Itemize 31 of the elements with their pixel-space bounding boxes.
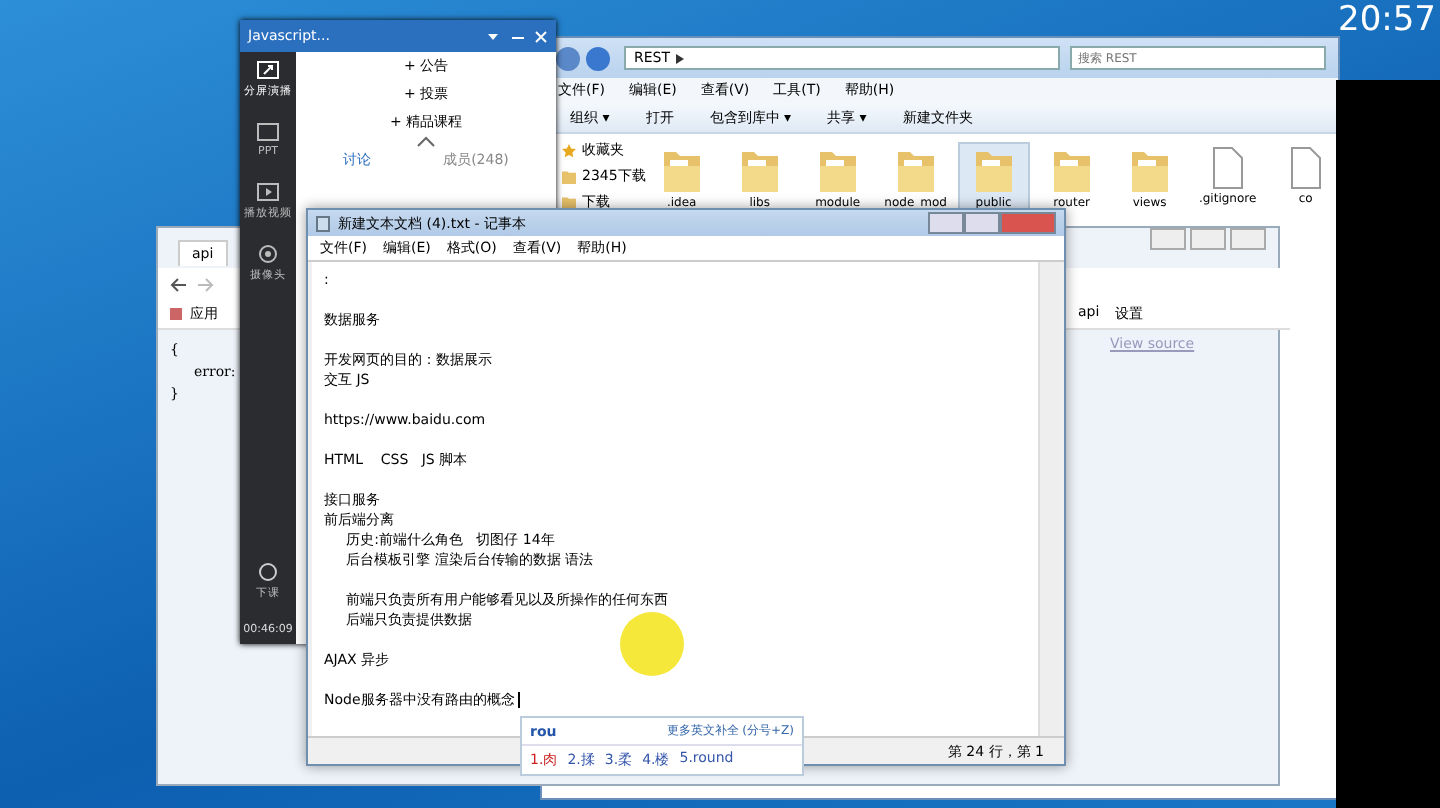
share-icon [256,60,280,80]
folder-icon [817,146,858,194]
folder-icon [1051,146,1092,194]
window-button[interactable] [1150,228,1186,250]
folder-icon [1129,146,1170,194]
back-forward-icon[interactable] [554,45,614,71]
close-button[interactable] [1000,212,1056,234]
maximize-button[interactable] [964,212,1000,234]
folder-icon [661,146,702,194]
window-controls-icon[interactable] [488,29,548,43]
folder-icon [739,146,780,194]
back-icon[interactable] [170,277,186,291]
star-icon [562,143,576,157]
window-button[interactable] [1190,228,1226,250]
folder-icon [973,146,1014,194]
video-icon [256,182,280,202]
minimize-button[interactable] [928,212,964,234]
chevron-icon [676,53,685,63]
file-icon [1211,146,1244,190]
folder-icon [895,146,936,194]
clock: 20:57 [1338,0,1436,40]
scrollbar[interactable] [1038,262,1060,736]
collapse-icon[interactable] [416,136,436,148]
forward-icon[interactable] [198,277,214,291]
circle-icon [258,562,278,582]
camera-icon [256,244,280,264]
window-button[interactable] [1230,228,1266,250]
apps-icon[interactable] [170,308,182,320]
ppt-icon [256,122,280,142]
file-icon [1289,146,1322,190]
notepad-icon [316,215,330,231]
